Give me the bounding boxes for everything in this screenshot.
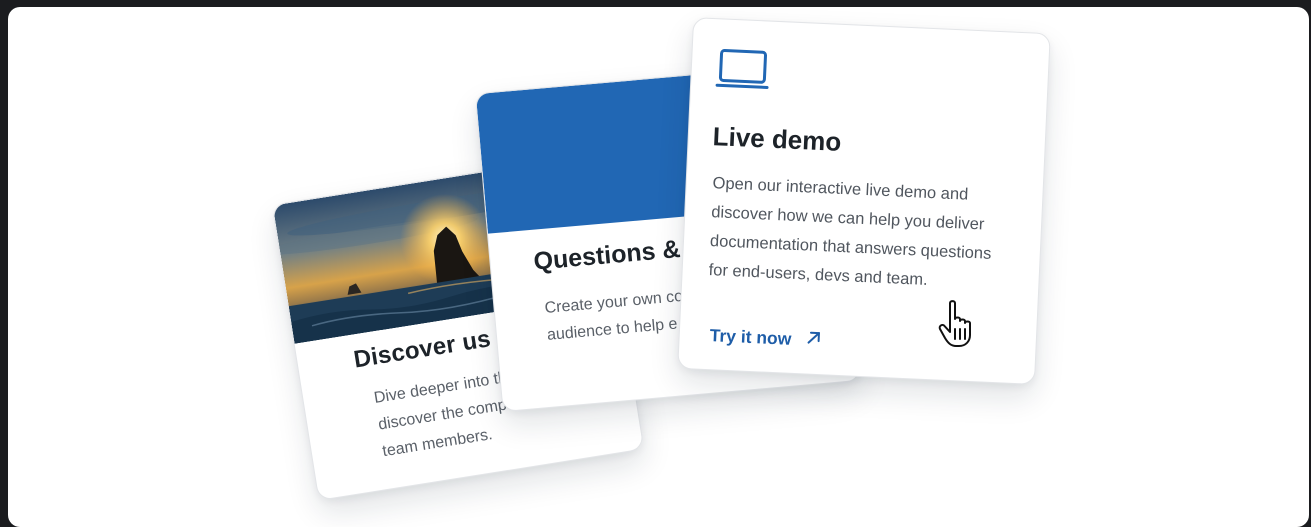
try-it-now-link[interactable]: Try it now	[709, 325, 822, 351]
arrow-up-right-icon	[805, 329, 822, 351]
live-demo-card[interactable]: Live demo Open our interactive live demo…	[677, 17, 1051, 385]
cta-label: Try it now	[709, 325, 792, 349]
card-description: Open our interactive live demo and disco…	[708, 174, 992, 289]
preview-frame: Discover us Dive deeper into the page an…	[8, 7, 1309, 527]
card-title: Live demo	[712, 121, 842, 157]
card-title: Questions &	[532, 235, 682, 276]
card-title: Discover us	[351, 325, 493, 374]
laptop-icon	[715, 47, 771, 98]
hand-pointer-icon	[936, 299, 984, 356]
